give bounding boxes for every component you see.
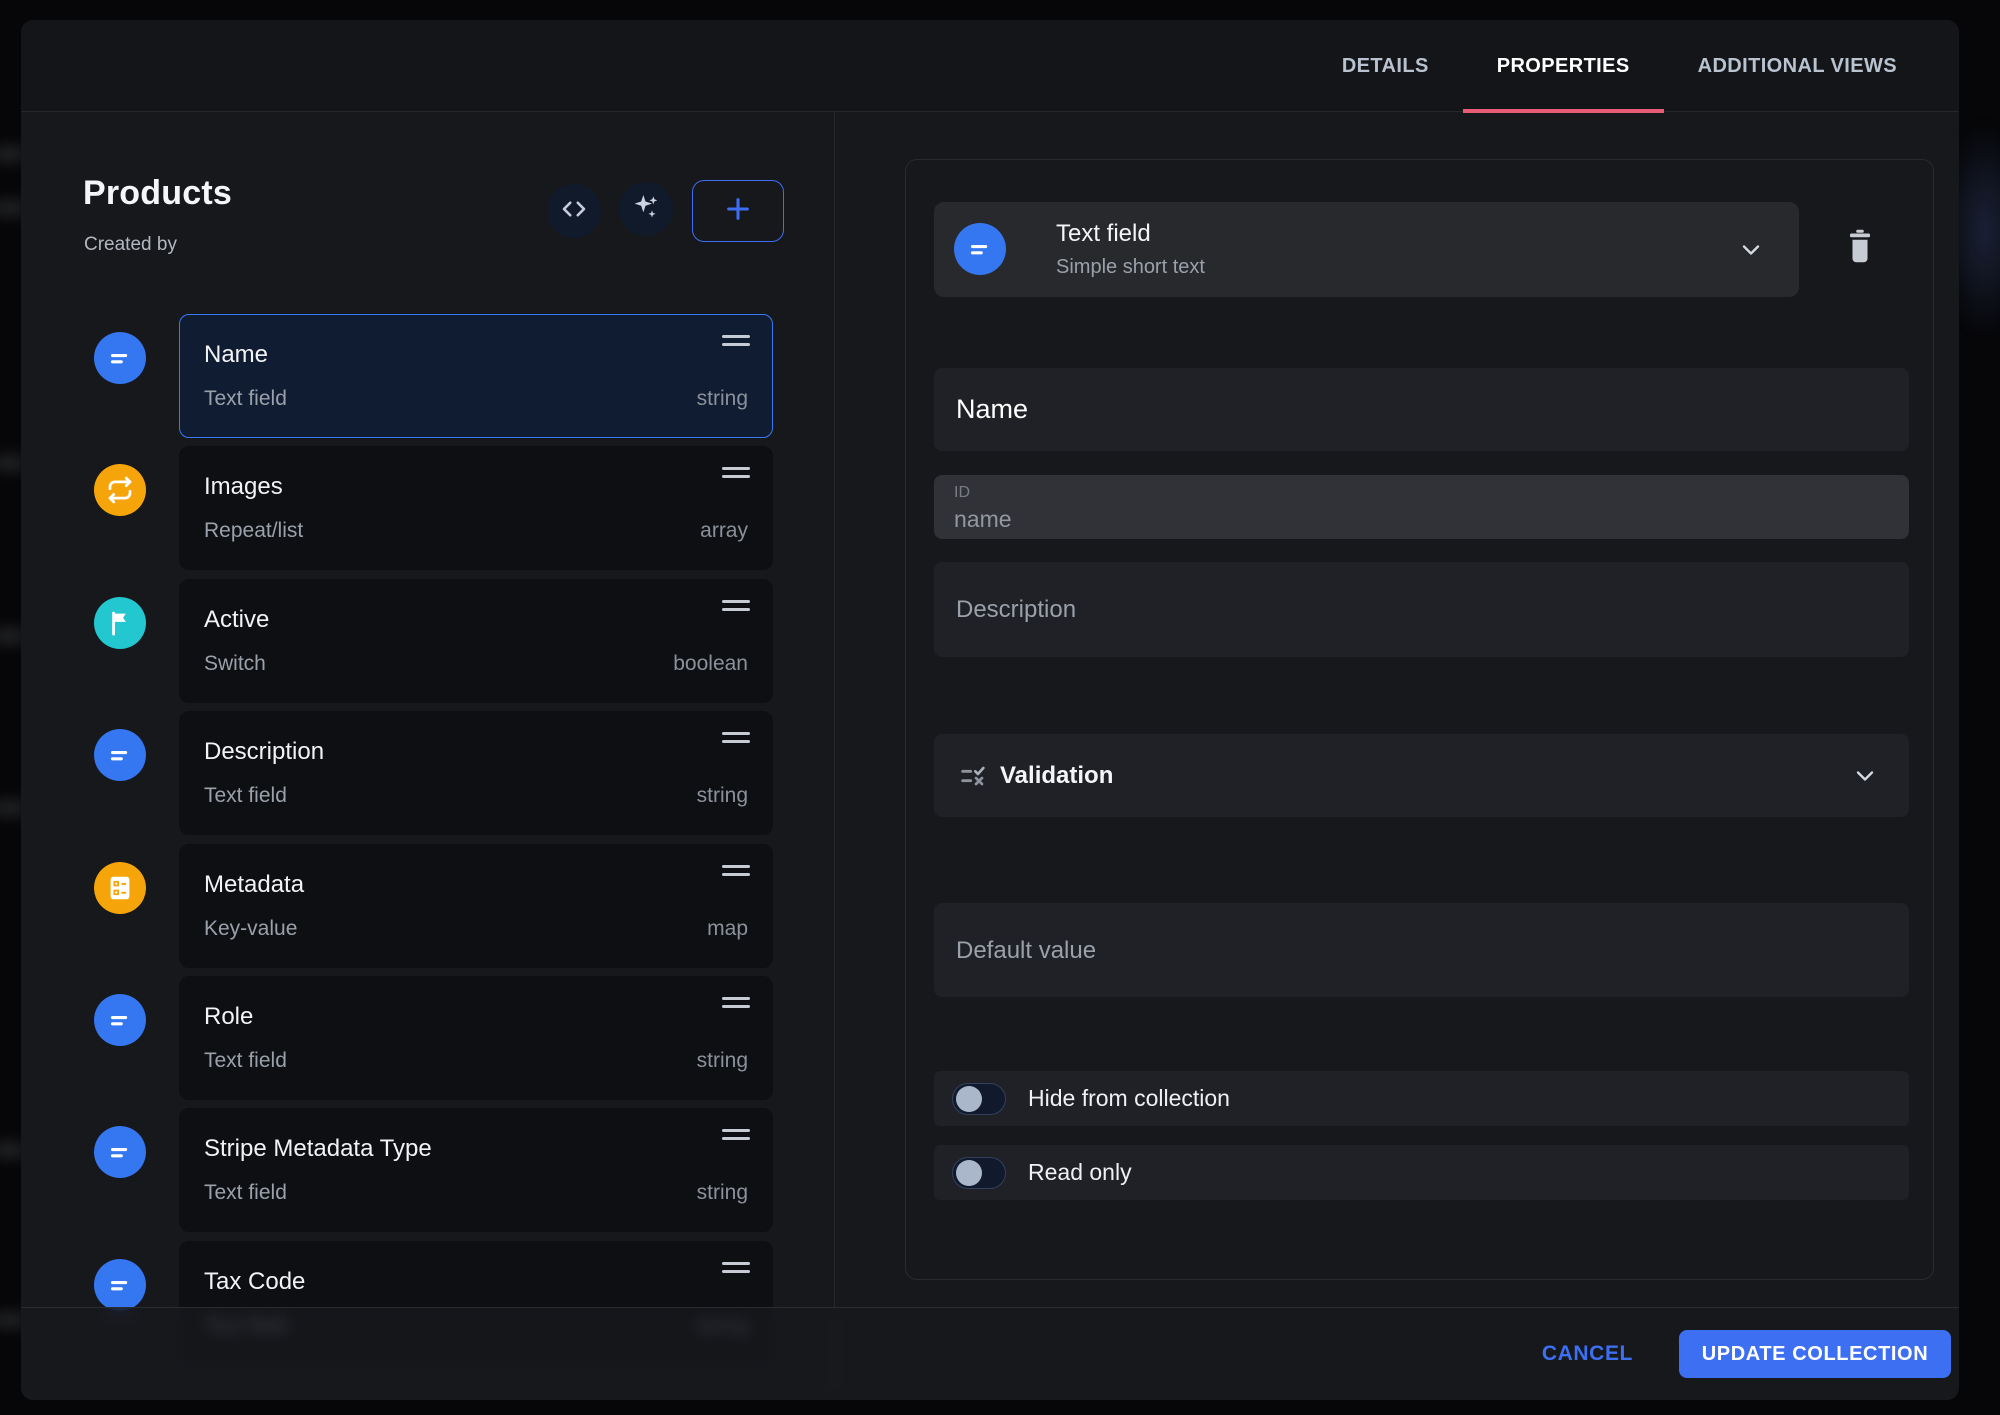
drag-handle-icon[interactable] — [722, 467, 750, 483]
tab-properties[interactable]: PROPERTIES — [1463, 20, 1664, 112]
read-only-label: Read only — [1028, 1159, 1132, 1186]
field-name: Description — [204, 738, 324, 766]
read-only-toggle[interactable] — [952, 1157, 1006, 1189]
field-type-label: Text field — [204, 1049, 287, 1073]
field-name: Metadata — [204, 871, 304, 899]
field-data-type: boolean — [673, 652, 748, 676]
drag-handle-icon[interactable] — [722, 1129, 750, 1145]
field-row: Metadata Key-value map — [21, 844, 834, 968]
flag-icon — [94, 597, 146, 649]
tab-bar: DETAILS PROPERTIES ADDITIONAL VIEWS — [1308, 20, 1931, 112]
field-data-type: string — [697, 1181, 748, 1205]
field-data-type: map — [707, 917, 748, 941]
hide-from-collection-row: Hide from collection — [934, 1071, 1909, 1126]
validation-label: Validation — [1000, 734, 1113, 817]
field-type-select[interactable]: Text field Simple short text — [934, 202, 1799, 297]
chevron-down-icon — [1851, 762, 1879, 795]
field-name: Role — [204, 1003, 253, 1031]
drag-handle-icon[interactable] — [722, 997, 750, 1013]
field-row: Active Switch boolean — [21, 579, 834, 703]
field-name: Stripe Metadata Type — [204, 1135, 432, 1163]
field-row: Stripe Metadata Type Text field string — [21, 1108, 834, 1232]
fields-panel: Products Created by — [21, 112, 835, 1400]
default-value-label: Default value — [956, 903, 1096, 998]
field-type-label: Text field — [204, 1181, 287, 1205]
field-name: Active — [204, 606, 269, 634]
field-type-title: Text field — [1056, 220, 1151, 248]
key-value-icon — [94, 862, 146, 914]
default-value-input[interactable]: Default value — [934, 903, 1909, 997]
field-type-label: Repeat/list — [204, 519, 303, 543]
field-card[interactable]: Stripe Metadata Type Text field string — [179, 1108, 773, 1232]
field-name: Tax Code — [204, 1268, 305, 1296]
field-card[interactable]: Role Text field string — [179, 976, 773, 1100]
field-name-value: Name — [956, 368, 1028, 451]
field-id-value: name — [954, 506, 1012, 533]
toggle-knob — [956, 1160, 982, 1186]
field-card[interactable]: Active Switch boolean — [179, 579, 773, 703]
dialog-header: DETAILS PROPERTIES ADDITIONAL VIEWS — [21, 20, 1959, 112]
field-type-label: Switch — [204, 652, 266, 676]
drag-handle-icon[interactable] — [722, 335, 750, 351]
field-data-type: string — [697, 1049, 748, 1073]
drag-handle-icon[interactable] — [722, 600, 750, 616]
field-list: Name Text field string Images Repeat/lis… — [21, 112, 834, 1400]
field-properties-panel: Text field Simple short text Name ID — [905, 159, 1934, 1280]
short-text-icon — [94, 994, 146, 1046]
field-name-input[interactable]: Name — [934, 368, 1909, 451]
short-text-icon — [94, 1259, 146, 1311]
field-card[interactable]: Metadata Key-value map — [179, 844, 773, 968]
validation-accordion[interactable]: Validation — [934, 734, 1909, 817]
field-row: Images Repeat/list array — [21, 446, 834, 570]
short-text-icon — [94, 1126, 146, 1178]
field-type-label: Key-value — [204, 917, 297, 941]
field-type-label: Text field — [204, 784, 287, 808]
hide-from-collection-label: Hide from collection — [1028, 1085, 1230, 1112]
short-text-icon — [94, 332, 146, 384]
field-card[interactable]: Description Text field string — [179, 711, 773, 835]
field-type-label: Text field — [204, 387, 287, 411]
update-collection-button[interactable]: UPDATE COLLECTION — [1679, 1330, 1951, 1378]
field-data-type: string — [697, 387, 748, 411]
collection-editor-dialog: DETAILS PROPERTIES ADDITIONAL VIEWS Prod… — [21, 20, 1959, 1400]
delete-field-button[interactable] — [1840, 222, 1880, 274]
short-text-icon — [954, 223, 1006, 275]
field-row: Description Text field string — [21, 711, 834, 835]
field-type-subtitle: Simple short text — [1056, 256, 1205, 279]
toggle-knob — [956, 1086, 982, 1112]
field-name: Images — [204, 473, 283, 501]
drag-handle-icon[interactable] — [722, 865, 750, 881]
field-card[interactable]: Name Text field string — [179, 314, 773, 438]
dialog-footer: CANCEL UPDATE COLLECTION — [21, 1307, 1959, 1400]
field-data-type: string — [697, 784, 748, 808]
field-description-label: Description — [956, 562, 1076, 657]
chevron-down-icon — [1737, 236, 1765, 269]
field-id-input[interactable]: ID name — [934, 475, 1909, 539]
field-name: Name — [204, 341, 268, 369]
trash-icon — [1845, 227, 1875, 270]
field-row: Role Text field string — [21, 976, 834, 1100]
tab-additional-views[interactable]: ADDITIONAL VIEWS — [1664, 20, 1931, 112]
validation-checklist-icon — [958, 760, 990, 797]
field-data-type: array — [700, 519, 748, 543]
field-row: Name Text field string — [21, 314, 834, 438]
field-id-label: ID — [954, 484, 970, 502]
cancel-button[interactable]: CANCEL — [1542, 1342, 1633, 1366]
drag-handle-icon[interactable] — [722, 732, 750, 748]
repeat-icon — [94, 464, 146, 516]
tab-details[interactable]: DETAILS — [1308, 20, 1463, 112]
drag-handle-icon[interactable] — [722, 1262, 750, 1278]
read-only-row: Read only — [934, 1145, 1909, 1200]
short-text-icon — [94, 729, 146, 781]
field-card[interactable]: Images Repeat/list array — [179, 446, 773, 570]
field-description-input[interactable]: Description — [934, 562, 1909, 657]
hide-from-collection-toggle[interactable] — [952, 1083, 1006, 1115]
